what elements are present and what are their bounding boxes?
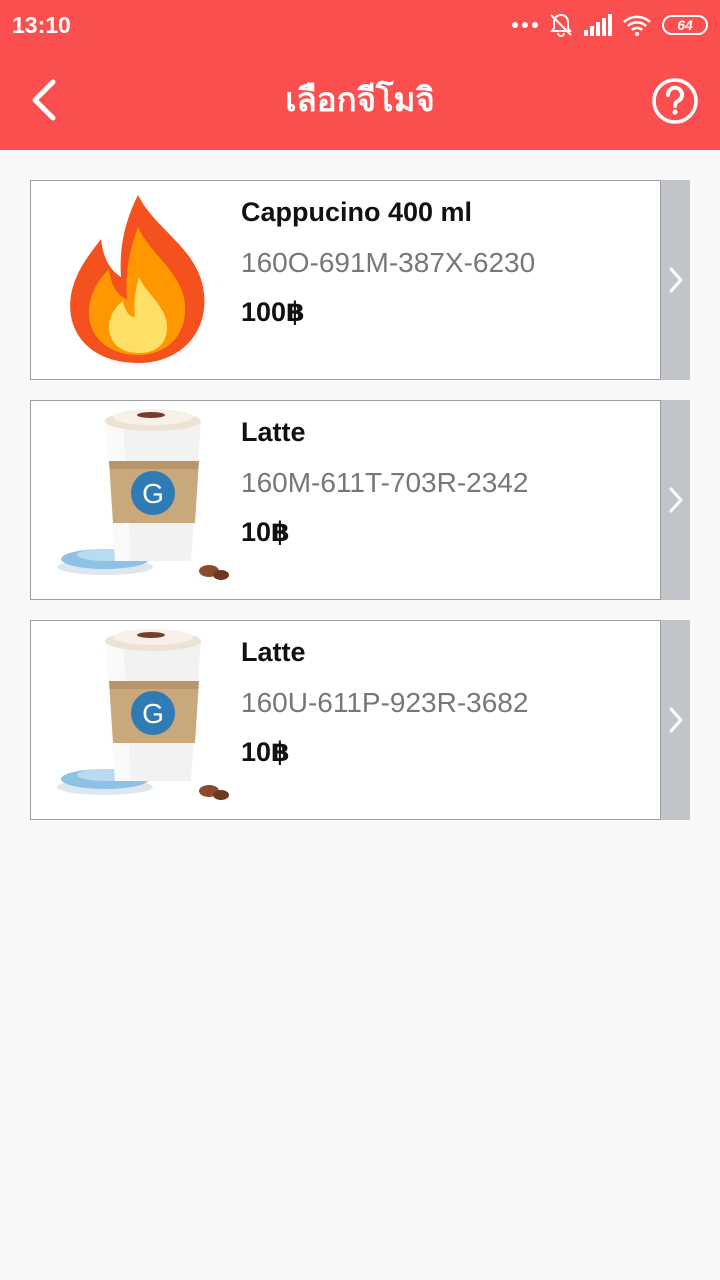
app-header: 13:10 64 เลือกจีโมจิ	[0, 0, 720, 150]
list-item[interactable]: Cappucino 400 ml 160O-691M-387X-6230 100…	[30, 180, 690, 380]
item-card-body[interactable]: G Latte 160U-611P-923R-3682 10฿	[30, 620, 661, 820]
more-dots-icon	[512, 22, 538, 28]
coffee-cup-icon: G	[57, 409, 229, 580]
chevron-right-icon	[669, 267, 682, 293]
chevron-right-icon	[669, 487, 682, 513]
bell-off-icon	[550, 13, 572, 37]
item-arrow[interactable]	[661, 180, 690, 380]
list-item[interactable]: G Latte 160U-611P-923R-3682 10฿	[30, 620, 690, 820]
battery-icon: 64	[662, 15, 708, 35]
page-title: เลือกจีโมจิ	[285, 81, 435, 118]
svg-text:G: G	[142, 478, 164, 509]
item-card-body[interactable]: Cappucino 400 ml 160O-691M-387X-6230 100…	[30, 180, 661, 380]
item-code: 160U-611P-923R-3682	[241, 687, 529, 718]
item-price: 100฿	[241, 297, 305, 327]
item-price: 10฿	[241, 737, 290, 767]
item-price: 10฿	[241, 517, 290, 547]
item-name: Latte	[241, 417, 306, 447]
back-button[interactable]	[22, 76, 66, 124]
app-bar: เลือกจีโมจิ	[0, 50, 720, 150]
list-item[interactable]: G Latte 160M-611T-703R-2342 10฿	[30, 400, 690, 600]
fire-icon	[70, 195, 205, 363]
wifi-icon	[623, 15, 651, 36]
item-arrow[interactable]	[661, 400, 690, 600]
item-code: 160M-611T-703R-2342	[241, 467, 529, 498]
status-bar: 13:10 64	[0, 0, 720, 50]
help-button[interactable]	[650, 76, 700, 126]
status-time: 13:10	[12, 12, 71, 38]
chevron-left-icon	[32, 79, 56, 121]
chevron-right-icon	[669, 707, 682, 733]
status-icons: 64	[512, 10, 708, 40]
item-card-body[interactable]: G Latte 160M-611T-703R-2342 10฿	[30, 400, 661, 600]
item-code: 160O-691M-387X-6230	[241, 247, 536, 278]
item-arrow[interactable]	[661, 620, 690, 820]
item-name: Latte	[241, 637, 306, 667]
svg-text:G: G	[142, 698, 164, 729]
item-name: Cappucino 400 ml	[241, 197, 473, 227]
question-circle-icon	[652, 78, 698, 124]
gimoji-list: Cappucino 400 ml 160O-691M-387X-6230 100…	[30, 180, 690, 840]
signal-icon	[584, 14, 612, 36]
coffee-cup-icon: G	[57, 629, 229, 800]
